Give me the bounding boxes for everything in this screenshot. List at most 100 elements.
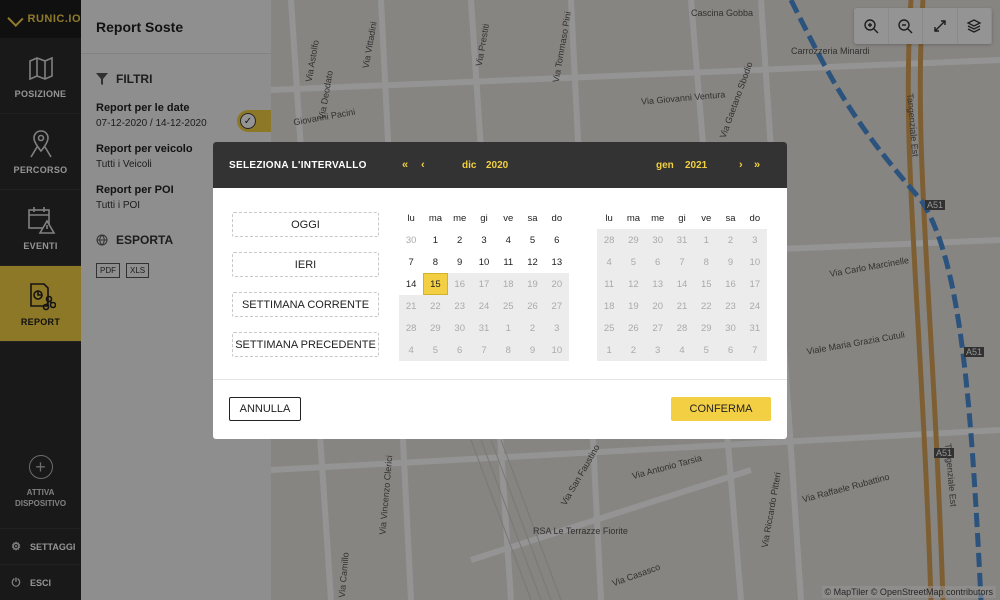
calendar-day: 10 <box>544 339 569 361</box>
calendar-week-row: 1234567 <box>597 339 767 361</box>
calendar-day: 8 <box>496 339 521 361</box>
weekday-label: ve <box>503 212 514 224</box>
calendar-day[interactable]: 6 <box>545 229 569 251</box>
calendar-day: 5 <box>423 339 448 361</box>
weekday-label: gi <box>480 212 488 224</box>
calendar-day: 20 <box>544 273 569 295</box>
weekday-label: lu <box>605 212 613 224</box>
prev-year-button[interactable]: « <box>402 159 408 171</box>
quick-previous-week-button[interactable]: SETTIMANA PRECEDENTE <box>232 332 379 357</box>
calendar-day: 17 <box>742 273 767 295</box>
calendar-day: 30 <box>447 317 472 339</box>
calendar-day[interactable]: 7 <box>399 251 423 273</box>
calendar-day: 28 <box>399 317 424 339</box>
calendar-day[interactable]: 30 <box>399 229 423 251</box>
cancel-button[interactable]: ANNULLA <box>229 397 301 421</box>
calendar-day: 29 <box>694 317 719 339</box>
calendar-day[interactable]: 9 <box>448 251 472 273</box>
calendar-day: 15 <box>694 273 719 295</box>
confirm-button[interactable]: CONFERMA <box>671 397 771 421</box>
next-year-button[interactable]: » <box>754 159 760 171</box>
calendar-day: 12 <box>621 273 646 295</box>
calendar-day: 31 <box>669 229 695 251</box>
weekday-label: ma <box>428 212 443 224</box>
calendar-day: 25 <box>597 317 622 339</box>
calendar-day: 7 <box>669 251 695 273</box>
calendar-day: 8 <box>694 251 719 273</box>
weekday-label: sa <box>725 212 736 224</box>
calendar-day: 13 <box>645 273 670 295</box>
quick-current-week-button[interactable]: SETTIMANA CORRENTE <box>232 292 379 317</box>
calendar-day[interactable]: 1 <box>423 229 447 251</box>
calendar-week-row: 21 22 23 24 25 26 27 <box>399 295 569 317</box>
calendar-day: 11 <box>597 273 622 295</box>
calendar-day[interactable]: 8 <box>423 251 447 273</box>
calendar-day: 20 <box>645 295 670 317</box>
calendar-day: 18 <box>597 295 622 317</box>
calendar-week-row: 25 26 27 28 29 30 31 <box>597 317 767 339</box>
calendar-day: 19 <box>520 273 545 295</box>
calendar-day: 26 <box>621 317 646 339</box>
calendar-day: 5 <box>621 251 646 273</box>
calendar-day: 2 <box>621 339 646 361</box>
calendar-day: 27 <box>544 295 569 317</box>
calendar-day: 23 <box>447 295 472 317</box>
calendar-day: 29 <box>423 317 448 339</box>
prev-month-button[interactable]: ‹ <box>421 159 425 171</box>
calendar-day[interactable]: 5 <box>520 229 544 251</box>
calendar-day: 2 <box>718 229 743 251</box>
weekday-label: me <box>453 212 467 224</box>
calendar-day: 6 <box>447 339 472 361</box>
calendar-day: 14 <box>669 273 695 295</box>
calendar-day: 3 <box>544 317 569 339</box>
calendar-day[interactable]: 2 <box>448 229 472 251</box>
calendar-day[interactable]: 12 <box>520 251 544 273</box>
calendar-week-row: 28 29 30 31 1 2 3 <box>597 229 767 251</box>
calendar-day: 26 <box>520 295 545 317</box>
weekday-label: ve <box>701 212 712 224</box>
weekday-label: ma <box>626 212 641 224</box>
calendar-day[interactable]: 13 <box>545 251 569 273</box>
quick-yesterday-button[interactable]: IERI <box>232 252 379 277</box>
modal-body: OGGI IERI SETTIMANA CORRENTE SETTIMANA P… <box>213 188 787 380</box>
modal-title: SELEZIONA L'INTERVALLO <box>229 159 367 171</box>
calendar-day[interactable]: 3 <box>472 229 496 251</box>
weekday-label: me <box>651 212 665 224</box>
calendar-week-row: 18 19 20 21 22 23 24 <box>597 295 767 317</box>
calendar-day: 9 <box>520 339 545 361</box>
weekday-header: lu ma me gi ve sa do <box>399 207 569 229</box>
calendar-day: 9 <box>718 251 743 273</box>
calendar-day: 31 <box>742 317 767 339</box>
calendar-day: 22 <box>423 295 448 317</box>
weekday-label: do <box>551 212 563 224</box>
calendar-day: 28 <box>669 317 695 339</box>
calendar-day: 7 <box>742 339 767 361</box>
calendar-week-row: 14 15 16 17 18 19 20 <box>399 273 569 295</box>
left-year-label[interactable]: 2020 <box>486 160 508 171</box>
calendar-week-row: 4 5 6 7 8 9 10 <box>399 339 569 361</box>
calendar-day: 16 <box>718 273 743 295</box>
calendar-week-row: 30 1 2 3 4 5 6 <box>399 229 569 251</box>
calendar-day: 19 <box>621 295 646 317</box>
calendar-day[interactable]: 4 <box>496 229 520 251</box>
calendar-day: 18 <box>496 273 521 295</box>
calendar-day[interactable]: 11 <box>496 251 520 273</box>
calendar-day: 1 <box>694 229 719 251</box>
calendar-week-row: 28 29 30 31 1 2 3 <box>399 317 569 339</box>
calendar-day[interactable]: 14 <box>399 273 423 295</box>
calendar-day-selected[interactable]: 15 <box>423 273 448 295</box>
quick-today-button[interactable]: OGGI <box>232 212 379 237</box>
weekday-label: do <box>749 212 761 224</box>
calendar-day: 1 <box>496 317 521 339</box>
left-month-label[interactable]: dic <box>462 160 476 171</box>
calendar-day: 30 <box>718 317 743 339</box>
calendar-day: 22 <box>694 295 719 317</box>
calendar-day[interactable]: 10 <box>472 251 496 273</box>
calendar-day: 29 <box>621 229 646 251</box>
right-month-label[interactable]: gen <box>656 160 674 171</box>
modal-footer: ANNULLA CONFERMA <box>213 381 787 439</box>
calendar-week-row: 11 12 13 14 15 16 17 <box>597 273 767 295</box>
weekday-label: gi <box>678 212 686 224</box>
right-year-label[interactable]: 2021 <box>685 160 707 171</box>
next-month-button[interactable]: › <box>739 159 743 171</box>
